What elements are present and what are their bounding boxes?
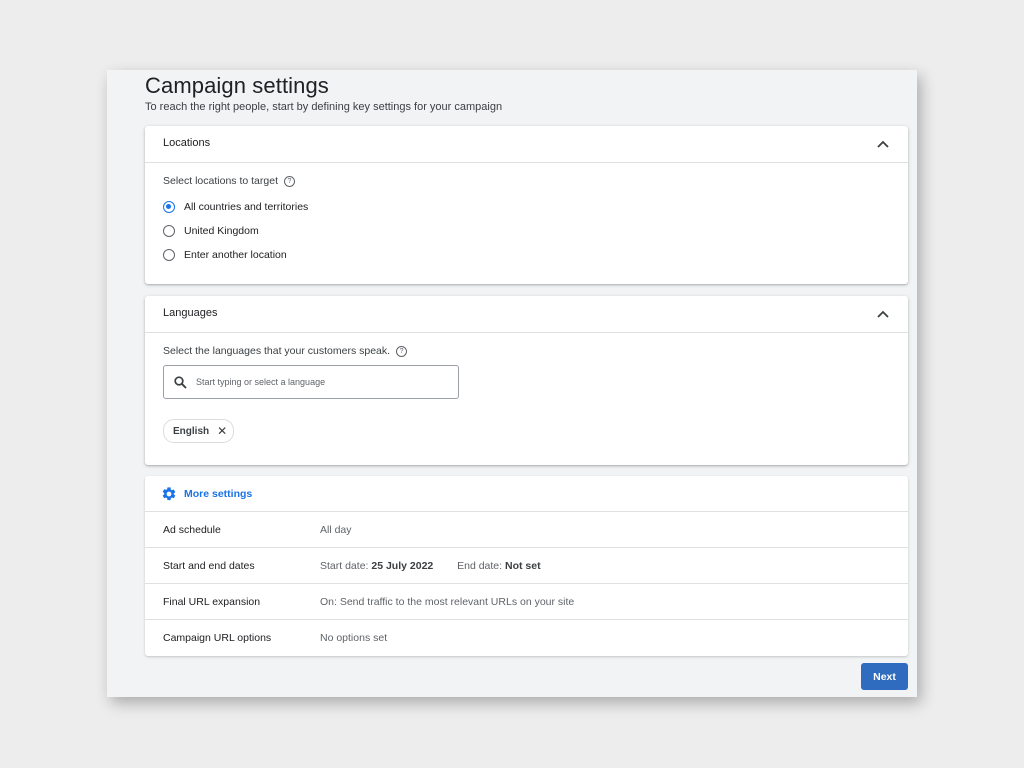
help-icon[interactable]: ? bbox=[283, 175, 295, 187]
setting-row-final-url-expansion[interactable]: Final URL expansion On: Send traffic to … bbox=[145, 584, 908, 620]
radio-button-checked[interactable] bbox=[163, 201, 175, 213]
radio-label: United Kingdom bbox=[184, 225, 259, 237]
locations-title: Locations bbox=[163, 137, 211, 149]
page-title: Campaign settings bbox=[145, 73, 329, 98]
setting-value: Start date: 25 July 2022 End date: Not s… bbox=[320, 560, 541, 572]
page-subtitle: To reach the right people, start by defi… bbox=[145, 101, 503, 113]
setting-value: All day bbox=[320, 523, 352, 536]
setting-name: Start and end dates bbox=[163, 559, 255, 572]
campaign-settings-panel: Campaign settings To reach the right peo… bbox=[107, 70, 917, 697]
gear-icon bbox=[162, 486, 176, 500]
end-date-value: Not set bbox=[504, 559, 541, 572]
setting-name: Ad schedule bbox=[163, 523, 221, 536]
locations-card: Locations Select locations to target ? A… bbox=[145, 126, 908, 284]
radio-united-kingdom[interactable]: United Kingdom bbox=[163, 219, 308, 243]
radio-label: All countries and territories bbox=[184, 201, 309, 213]
language-search-input[interactable] bbox=[194, 376, 438, 388]
setting-row-campaign-url-options[interactable]: Campaign URL options No options set bbox=[145, 620, 908, 655]
locations-field-label: Select locations to target bbox=[163, 175, 278, 187]
locations-header[interactable]: Locations bbox=[145, 126, 908, 163]
setting-value: On: Send traffic to the most relevant UR… bbox=[320, 595, 575, 608]
help-icon[interactable]: ? bbox=[396, 345, 408, 357]
languages-header[interactable]: Languages bbox=[145, 296, 908, 333]
locations-body: Select locations to target ? All countri… bbox=[163, 175, 308, 267]
more-settings-label: More settings bbox=[184, 487, 253, 500]
end-date-label: End date: bbox=[457, 559, 503, 572]
language-chip-english: English ✕ bbox=[163, 419, 235, 443]
languages-body: Select the languages that your customers… bbox=[163, 345, 459, 443]
chip-label: English bbox=[173, 425, 210, 437]
more-settings-toggle[interactable]: More settings bbox=[145, 476, 908, 512]
setting-value: No options set bbox=[320, 631, 388, 644]
close-icon[interactable]: ✕ bbox=[217, 425, 227, 437]
languages-field-label: Select the languages that your customers… bbox=[163, 345, 391, 357]
radio-button[interactable] bbox=[163, 249, 175, 261]
radio-another-location[interactable]: Enter another location bbox=[163, 243, 308, 267]
more-settings-card: More settings Ad schedule All day Start … bbox=[145, 476, 908, 656]
search-icon bbox=[174, 375, 187, 389]
setting-row-dates[interactable]: Start and end dates Start date: 25 July … bbox=[145, 548, 908, 584]
languages-title: Languages bbox=[163, 307, 218, 319]
start-date-label: Start date: bbox=[320, 559, 369, 572]
languages-card: Languages Select the languages that your… bbox=[145, 296, 908, 465]
start-date-value: 25 July 2022 bbox=[371, 559, 434, 572]
chevron-up-icon[interactable] bbox=[876, 307, 890, 321]
radio-button[interactable] bbox=[163, 225, 175, 237]
setting-row-ad-schedule[interactable]: Ad schedule All day bbox=[145, 512, 908, 548]
chevron-up-icon[interactable] bbox=[876, 137, 890, 151]
language-search[interactable] bbox=[163, 365, 459, 399]
setting-name: Final URL expansion bbox=[163, 595, 261, 608]
next-button[interactable]: Next bbox=[861, 663, 908, 690]
radio-all-countries[interactable]: All countries and territories bbox=[163, 195, 308, 219]
radio-label: Enter another location bbox=[184, 249, 287, 261]
setting-name: Campaign URL options bbox=[163, 631, 272, 644]
